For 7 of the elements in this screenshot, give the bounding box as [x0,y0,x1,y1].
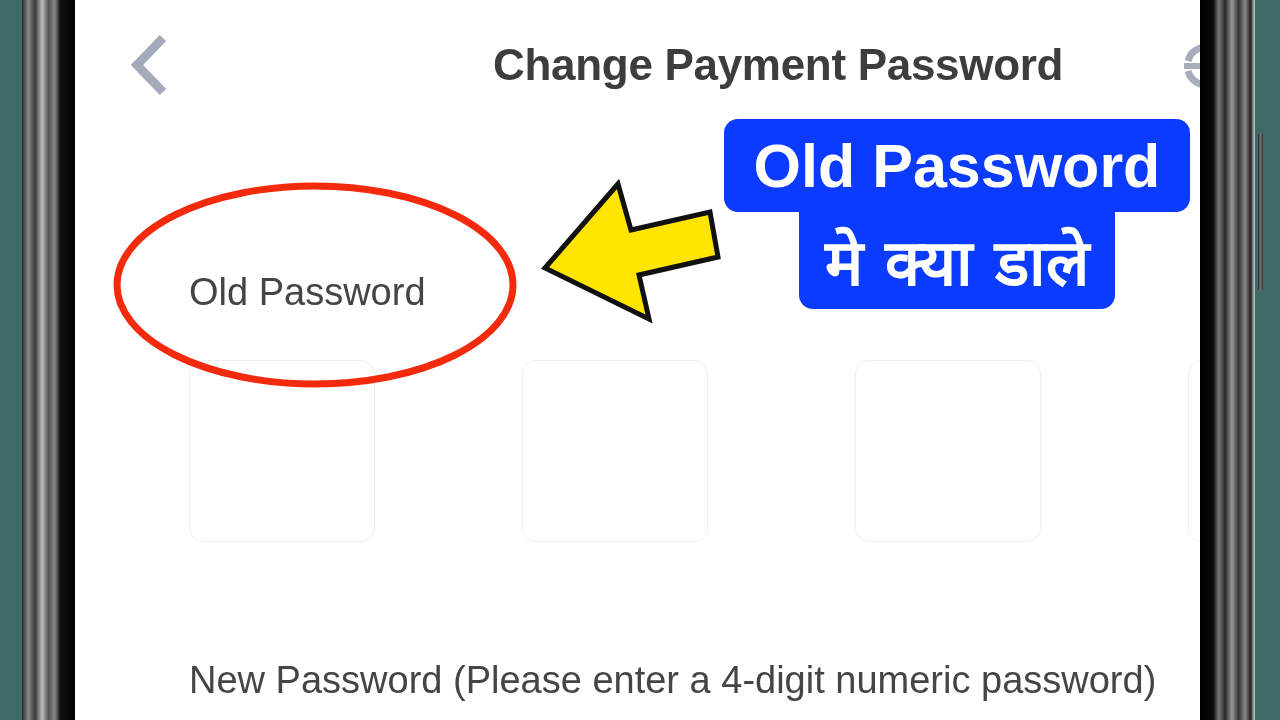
new-password-label: New Password (Please enter a 4-digit numeric password) [189,658,1157,702]
callout-text: Old Password [723,119,1191,212]
old-password-label: Old Password [189,270,426,314]
callout-text: मे क्या डाले [798,212,1116,309]
digit-field[interactable] [189,360,375,542]
page-title: Change Payment Password [493,40,1064,90]
chevron-left-icon [130,34,168,96]
